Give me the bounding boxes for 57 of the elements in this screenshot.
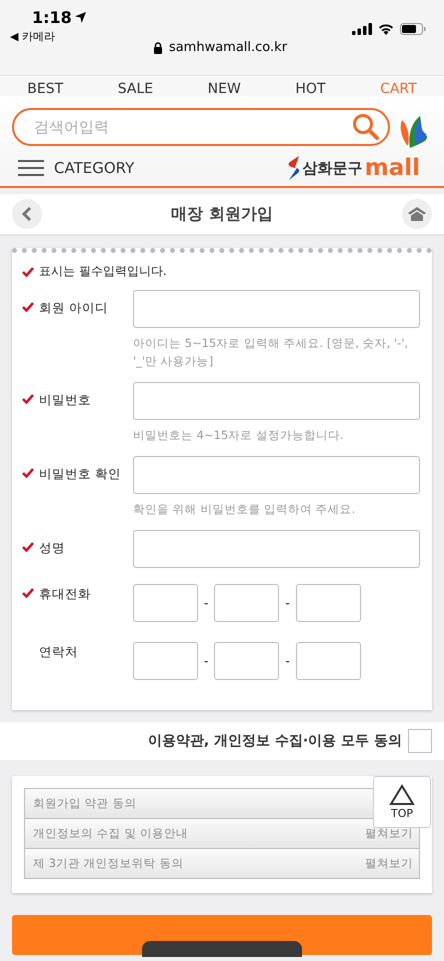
field-label: 성명 xyxy=(39,540,65,557)
phone-input-field[interactable] xyxy=(133,584,198,622)
field-label: 비밀번호 확인 xyxy=(39,466,121,483)
store-logo[interactable]: 삼화문구 mall xyxy=(286,156,420,180)
back-to-app-link[interactable]: ◀ 카메라 xyxy=(10,29,86,44)
phone-input-field[interactable] xyxy=(133,642,198,680)
dash-separator: - xyxy=(285,654,290,668)
nav-tab[interactable]: BEST xyxy=(27,82,64,96)
page-title: 매장 회원가입 xyxy=(171,204,273,224)
required-notice: 표시는 필수입력입니다. xyxy=(39,263,167,280)
field-label: 비밀번호 xyxy=(39,392,91,409)
field-help-text: 아이디는 5~15자로 입력해 주세요. [영문, 숫자, '-', '_'만 사용가능] xyxy=(133,335,410,370)
field-help-text: 확인을 위해 비밀번호를 입력하여 주세요. xyxy=(133,501,356,518)
field-label: 회원 아이디 xyxy=(39,300,108,317)
url-text[interactable]: samhwamall.co.kr xyxy=(168,40,288,55)
terms-title: 개인정보의 수집 및 이용안내 xyxy=(33,826,188,841)
nav-tab[interactable]: SALE xyxy=(118,82,154,96)
search-field[interactable]: 검색어입력 xyxy=(12,108,390,146)
field-label: 연락처 xyxy=(39,644,78,661)
wifi-icon xyxy=(378,23,394,35)
dash-separator: - xyxy=(285,596,290,610)
agree-all-checkbox[interactable] xyxy=(408,729,432,753)
home-button[interactable] xyxy=(402,199,432,229)
battery-icon xyxy=(400,23,426,35)
required-check-icon xyxy=(22,266,34,276)
input-field[interactable] xyxy=(133,382,420,420)
terms-title: 회원가입 약관 동의 xyxy=(33,796,136,811)
up-triangle-icon xyxy=(389,784,415,806)
back-button[interactable] xyxy=(12,199,42,229)
phone-input-field[interactable] xyxy=(214,584,280,622)
back-chevron-icon xyxy=(22,207,32,221)
signal-icon xyxy=(352,23,372,35)
input-field[interactable] xyxy=(133,530,420,568)
nav-tab[interactable]: HOT xyxy=(295,82,326,96)
category-menu-button[interactable]: CATEGORY xyxy=(12,159,134,177)
field-label: 휴대전화 xyxy=(39,586,91,603)
nav-tab[interactable]: NEW xyxy=(208,82,241,96)
input-field[interactable] xyxy=(133,290,420,328)
search-input-field[interactable]: 검색어입력 xyxy=(32,117,352,137)
field-help-text: 비밀번호는 4~15자로 설정가능합니다. xyxy=(133,427,345,444)
search-icon[interactable] xyxy=(352,113,380,141)
menu-icon xyxy=(18,160,44,176)
terms-title: 제 3기관 개인정보위탁 동의 xyxy=(33,856,184,871)
home-icon xyxy=(408,207,426,221)
phone-input-field[interactable] xyxy=(296,642,361,680)
phone-input-field[interactable] xyxy=(296,584,361,622)
phone-input-field[interactable] xyxy=(214,642,280,680)
lock-icon xyxy=(152,42,163,54)
butterfly-logo-icon xyxy=(398,116,428,150)
agree-all-label: 이용약관, 개인정보 수집·이용 모두 동의 xyxy=(148,732,402,750)
dash-separator: - xyxy=(204,596,208,610)
dash-separator: - xyxy=(204,654,208,668)
s-mark-icon xyxy=(286,156,301,180)
input-field[interactable] xyxy=(133,456,420,494)
scroll-top-overlay[interactable]: TOP xyxy=(373,776,431,828)
status-time: 1:18 xyxy=(32,8,72,27)
location-arrow-icon xyxy=(74,12,86,23)
